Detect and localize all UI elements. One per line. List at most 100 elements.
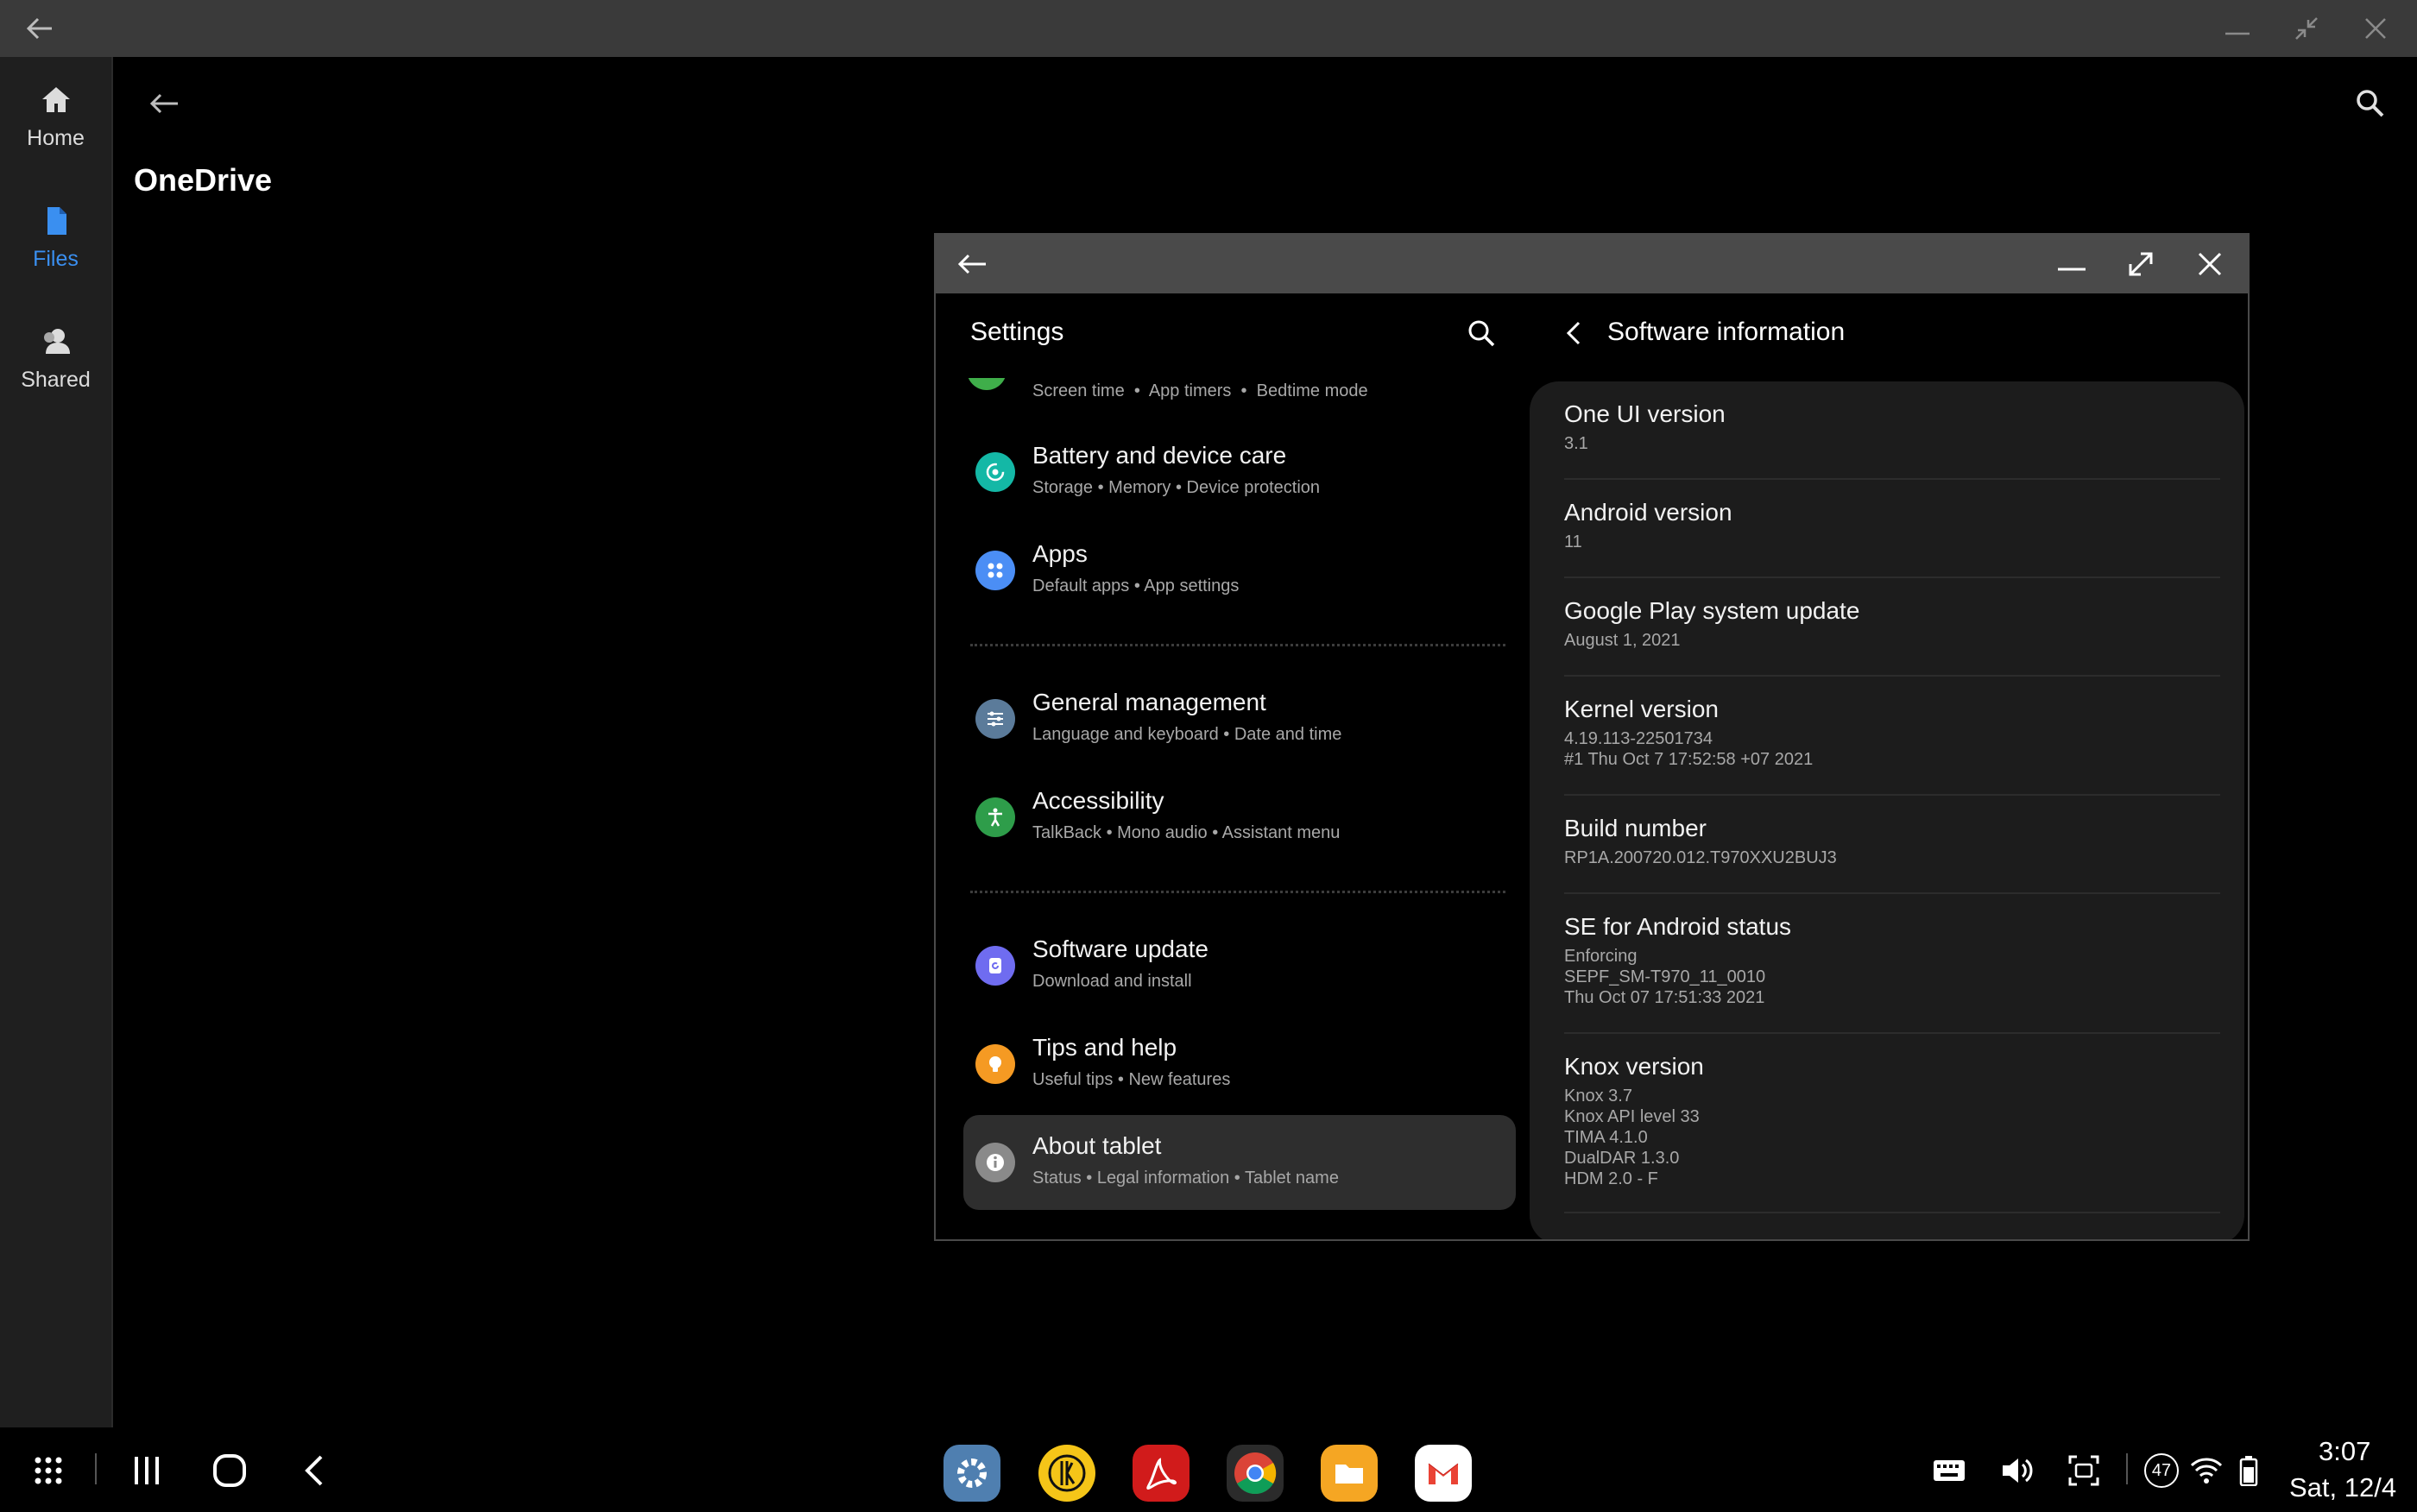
lightbulb-icon bbox=[975, 1044, 1015, 1084]
acrobat-app-icon[interactable] bbox=[1133, 1445, 1190, 1502]
info-title: Knox version bbox=[1564, 1053, 1704, 1080]
back-arrow-icon[interactable] bbox=[22, 11, 57, 46]
info-row-google-play[interactable]: Google Play system update August 1, 2021 bbox=[1564, 597, 2220, 677]
tray-divider bbox=[2126, 1453, 2128, 1484]
home-circle-icon[interactable] bbox=[211, 1452, 249, 1490]
battery-icon[interactable] bbox=[2236, 1452, 2262, 1490]
software-info-back-icon[interactable] bbox=[1557, 316, 1592, 350]
keeper-app-icon[interactable] bbox=[1038, 1445, 1095, 1502]
settings-item-subtitle: Useful tips • New features bbox=[1032, 1070, 1231, 1089]
nav-home[interactable]: Home bbox=[0, 83, 111, 195]
nav-shared[interactable]: Shared bbox=[0, 324, 111, 437]
settings-search-icon[interactable] bbox=[1464, 316, 1499, 350]
volume-icon[interactable] bbox=[1997, 1452, 2035, 1490]
wellbeing-icon bbox=[967, 378, 1007, 390]
settings-item-title: Software update bbox=[1032, 936, 1208, 962]
settings-item-title: Accessibility bbox=[1032, 787, 1164, 814]
info-title: Google Play system update bbox=[1564, 597, 1860, 624]
nav-files-label: Files bbox=[33, 247, 79, 271]
settings-item-apps[interactable]: Apps Default apps • App settings bbox=[963, 523, 1516, 618]
settings-item-title: About tablet bbox=[1032, 1132, 1162, 1159]
settings-item-subtitle: Language and keyboard • Date and time bbox=[1032, 725, 1342, 744]
chrome-app-icon[interactable] bbox=[1227, 1445, 1284, 1502]
my-files-app-icon[interactable] bbox=[1321, 1445, 1378, 1502]
divider bbox=[970, 644, 1505, 646]
info-row-one-ui[interactable]: One UI version 3.1 bbox=[1564, 400, 2220, 480]
info-title: SE for Android status bbox=[1564, 913, 1792, 940]
settings-item-title: Tips and help bbox=[1032, 1034, 1177, 1061]
info-title: Kernel version bbox=[1564, 696, 1719, 722]
app-drawer-icon[interactable] bbox=[29, 1452, 67, 1490]
apps-grid-icon bbox=[975, 551, 1015, 590]
popup-maximize-icon[interactable] bbox=[2122, 245, 2160, 283]
settings-item-title: Battery and device care bbox=[1032, 442, 1287, 469]
minimize-icon[interactable] bbox=[2220, 11, 2255, 46]
clock-date[interactable]: Sat, 12/4 bbox=[2289, 1472, 2396, 1503]
settings-popup-window: Settings Screen time • App timers • Bedt… bbox=[934, 233, 2250, 1241]
people-icon bbox=[39, 324, 73, 359]
info-row-kernel[interactable]: Kernel version 4.19.113-22501734 #1 Thu … bbox=[1564, 696, 2220, 796]
settings-item-tips[interactable]: Tips and help Useful tips • New features bbox=[963, 1017, 1516, 1112]
settings-item-accessibility[interactable]: Accessibility TalkBack • Mono audio • As… bbox=[963, 770, 1516, 865]
popup-close-icon[interactable] bbox=[2191, 245, 2229, 283]
taskbar-divider bbox=[95, 1453, 97, 1484]
settings-item-subtitle: Status • Legal information • Tablet name bbox=[1032, 1169, 1339, 1188]
info-row-build-number[interactable]: Build number RP1A.200720.012.T970XXU2BUJ… bbox=[1564, 815, 2220, 894]
info-row-se-android[interactable]: SE for Android status Enforcing SEPF_SM-… bbox=[1564, 913, 2220, 1034]
settings-item-title: General management bbox=[1032, 689, 1266, 715]
info-row-knox[interactable]: Knox version Knox 3.7 Knox API level 33 … bbox=[1564, 1053, 2220, 1213]
settings-item-subtitle: Default apps • App settings bbox=[1032, 576, 1240, 595]
info-value: RP1A.200720.012.T970XXU2BUJ3 bbox=[1564, 848, 1837, 867]
device-care-icon bbox=[975, 452, 1015, 492]
divider bbox=[970, 891, 1505, 893]
wifi-icon[interactable] bbox=[2187, 1452, 2225, 1490]
popup-back-icon[interactable] bbox=[953, 245, 991, 283]
info-icon bbox=[975, 1143, 1015, 1182]
info-value: August 1, 2021 bbox=[1564, 631, 1681, 650]
settings-item-subtitle: TalkBack • Mono audio • Assistant menu bbox=[1032, 823, 1341, 842]
clock-time[interactable]: 3:07 bbox=[2319, 1436, 2370, 1467]
info-title: One UI version bbox=[1564, 400, 1726, 427]
info-row-android[interactable]: Android version 11 bbox=[1564, 499, 2220, 578]
settings-item-subtitle: Storage • Memory • Device protection bbox=[1032, 478, 1321, 497]
nav-home-label: Home bbox=[27, 126, 85, 150]
notification-badge[interactable]: 47 bbox=[2144, 1453, 2179, 1488]
info-title: Build number bbox=[1564, 815, 1707, 841]
settings-app-icon[interactable] bbox=[943, 1445, 1000, 1502]
restore-icon[interactable] bbox=[2289, 11, 2324, 46]
info-title: Android version bbox=[1564, 499, 1732, 526]
settings-item-subtitle: Download and install bbox=[1032, 972, 1192, 991]
wellbeing-subtitle: Screen time • App timers • Bedtime mode bbox=[1032, 381, 1368, 400]
settings-item-about-tablet[interactable]: About tablet Status • Legal information … bbox=[963, 1115, 1516, 1210]
nav-files[interactable]: Files bbox=[0, 204, 111, 316]
recents-icon[interactable] bbox=[128, 1452, 166, 1490]
file-icon bbox=[39, 204, 73, 238]
info-value: Enforcing SEPF_SM-T970_11_0010 Thu Oct 0… bbox=[1564, 947, 1766, 1007]
popup-minimize-icon[interactable] bbox=[2053, 245, 2091, 283]
gmail-app-icon[interactable] bbox=[1415, 1445, 1472, 1502]
taskbar: 47 bbox=[0, 1427, 2417, 1512]
screen-capture-icon[interactable] bbox=[2065, 1452, 2103, 1490]
settings-item-title: Apps bbox=[1032, 540, 1088, 567]
software-info-title: Software information bbox=[1607, 318, 1846, 346]
settings-item-general-management[interactable]: General management Language and keyboard… bbox=[963, 671, 1516, 766]
nav-shared-label: Shared bbox=[21, 368, 91, 392]
settings-title: Settings bbox=[970, 318, 1064, 346]
accessibility-icon bbox=[975, 797, 1015, 837]
close-icon[interactable] bbox=[2358, 11, 2393, 46]
search-icon[interactable] bbox=[2351, 85, 2389, 123]
sliders-icon bbox=[975, 699, 1015, 739]
software-update-icon bbox=[975, 946, 1015, 986]
popup-title-bar bbox=[936, 235, 2248, 293]
settings-item-battery[interactable]: Battery and device care Storage • Memory… bbox=[963, 425, 1516, 520]
keyboard-icon[interactable] bbox=[1930, 1452, 1968, 1490]
info-value: 4.19.113-22501734 #1 Thu Oct 7 17:52:58 … bbox=[1564, 729, 1814, 769]
onedrive-back-icon[interactable] bbox=[145, 85, 183, 123]
page-title: OneDrive bbox=[134, 162, 273, 198]
software-info-card: One UI version 3.1 Android version 11 Go… bbox=[1530, 381, 2244, 1239]
onedrive-sidebar: Home Files Shared bbox=[0, 57, 113, 1427]
home-icon bbox=[39, 83, 73, 117]
window-title-bar bbox=[0, 0, 2417, 57]
settings-item-software-update[interactable]: Software update Download and install bbox=[963, 918, 1516, 1013]
back-chevron-icon[interactable] bbox=[295, 1452, 333, 1490]
